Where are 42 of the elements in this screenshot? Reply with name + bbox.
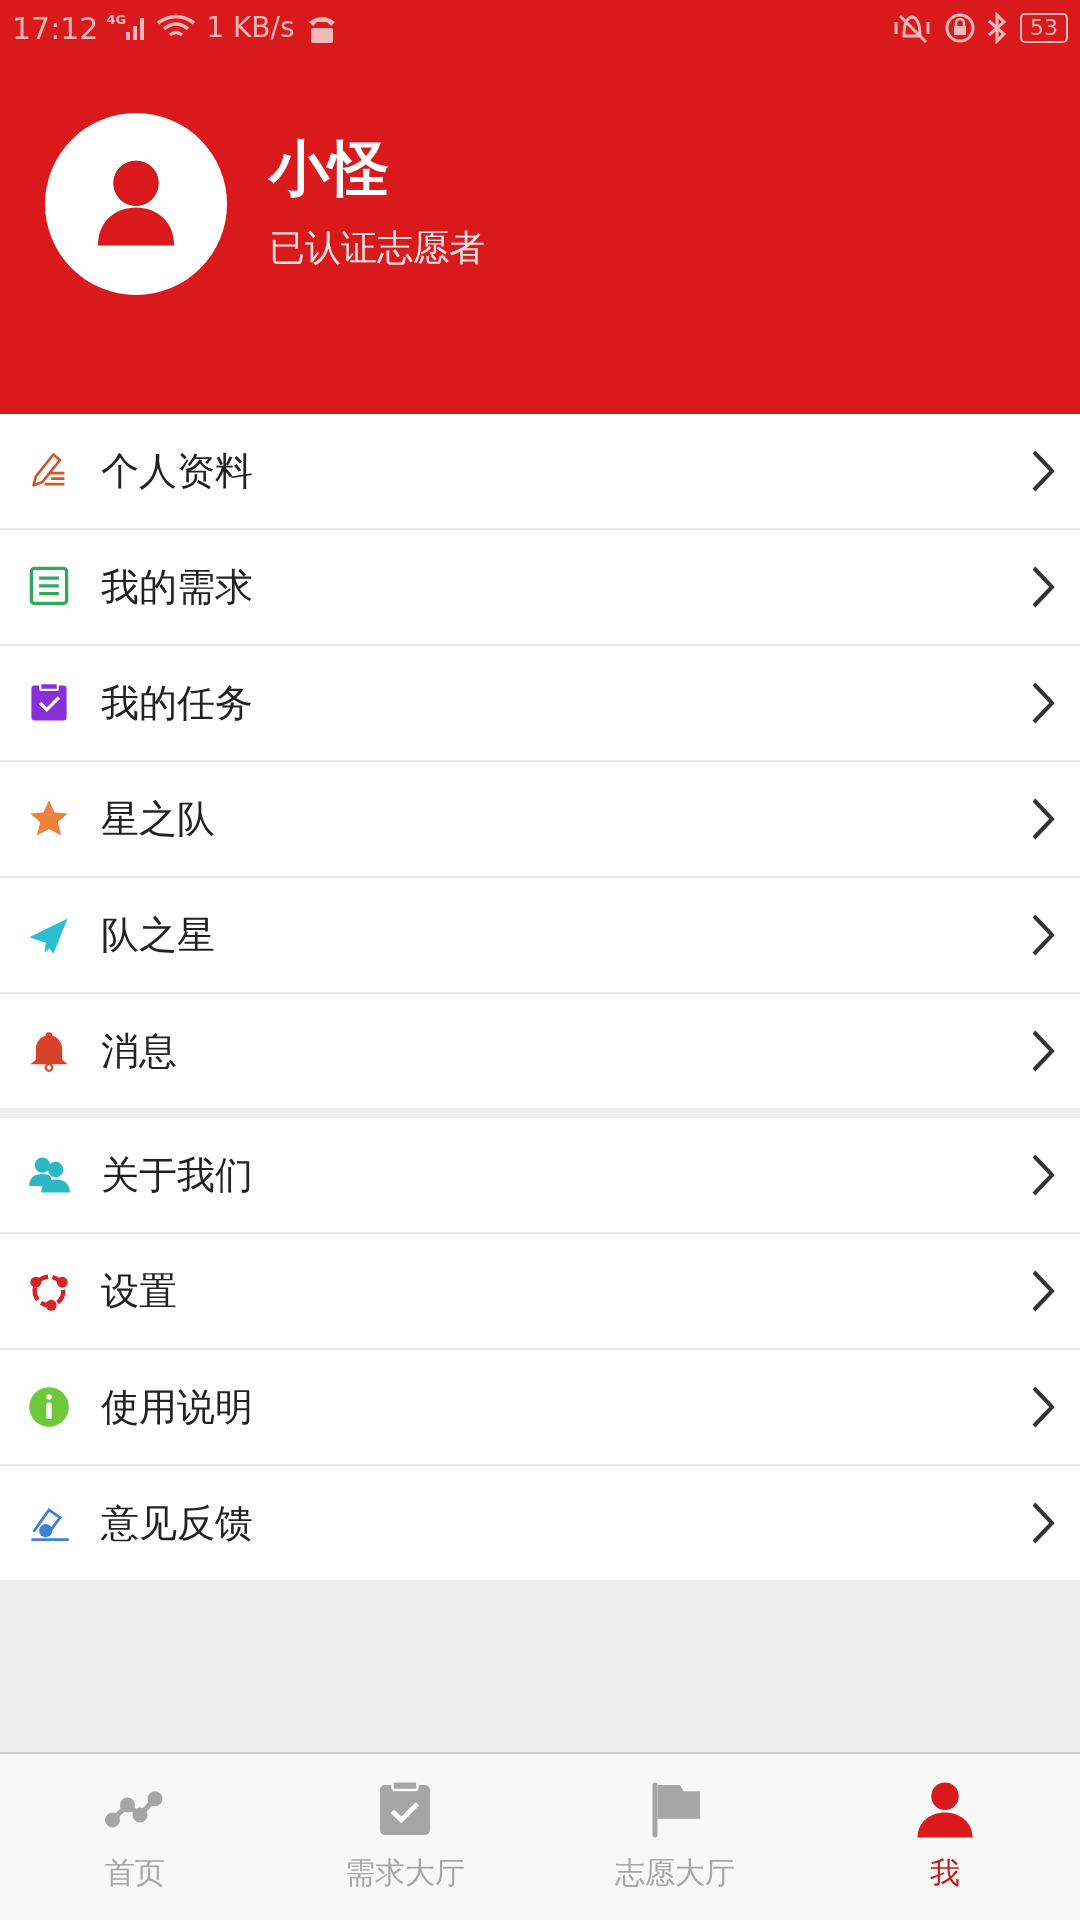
signal-icon: [126, 16, 145, 40]
chevron-right-icon: [1030, 1028, 1056, 1074]
chevron-right-icon: [1030, 680, 1056, 726]
menu-item[interactable]: 使用说明: [0, 1350, 1080, 1464]
network-type: 4G: [106, 11, 127, 29]
user-name: 小怪: [269, 133, 390, 203]
menu-item[interactable]: 个人资料: [0, 414, 1080, 528]
chevron-right-icon: [1030, 1268, 1056, 1314]
menu-label: 我的需求: [101, 563, 254, 611]
chevron-right-icon: [1030, 564, 1056, 610]
chevron-right-icon: [1030, 448, 1056, 494]
status-time: 17:12: [12, 9, 99, 48]
chevron-right-icon: [1030, 1500, 1056, 1546]
menu-item[interactable]: 我的需求: [0, 530, 1080, 644]
chevron-right-icon: [1030, 1384, 1056, 1430]
bluetooth-icon: [986, 12, 1008, 44]
menu-item[interactable]: 意见反馈: [0, 1466, 1080, 1580]
info-icon: [27, 1385, 71, 1429]
menu-label: 关于我们: [101, 1151, 254, 1199]
chevron-right-icon: [1030, 912, 1056, 958]
menu-item[interactable]: 关于我们: [0, 1118, 1080, 1232]
battery-indicator: 53: [1020, 13, 1068, 43]
menu-label: 使用说明: [101, 1383, 254, 1431]
menu-label: 队之星: [101, 911, 216, 959]
network-speed: 1 KB/s: [206, 10, 295, 46]
vibrate-mute-icon: [892, 12, 932, 44]
menu-item[interactable]: 设置: [0, 1234, 1080, 1348]
chevron-right-icon: [1030, 1152, 1056, 1198]
rotation-lock-icon: [944, 12, 976, 44]
menu-label: 个人资料: [101, 447, 254, 495]
menu-item[interactable]: 队之星: [0, 878, 1080, 992]
menu-label: 消息: [101, 1027, 178, 1075]
tab-item[interactable]: 我: [810, 1754, 1080, 1920]
user-status: 已认证志愿者: [269, 226, 485, 270]
menu-label: 星之队: [101, 795, 216, 843]
menu-item[interactable]: 消息: [0, 994, 1080, 1108]
chevron-right-icon: [1030, 796, 1056, 842]
menu-label: 设置: [101, 1267, 178, 1315]
menu-label: 我的任务: [101, 679, 254, 727]
menu-item[interactable]: 星之队: [0, 762, 1080, 876]
menu-item[interactable]: 我的任务: [0, 646, 1080, 760]
menu-label: 意见反馈: [101, 1499, 254, 1547]
